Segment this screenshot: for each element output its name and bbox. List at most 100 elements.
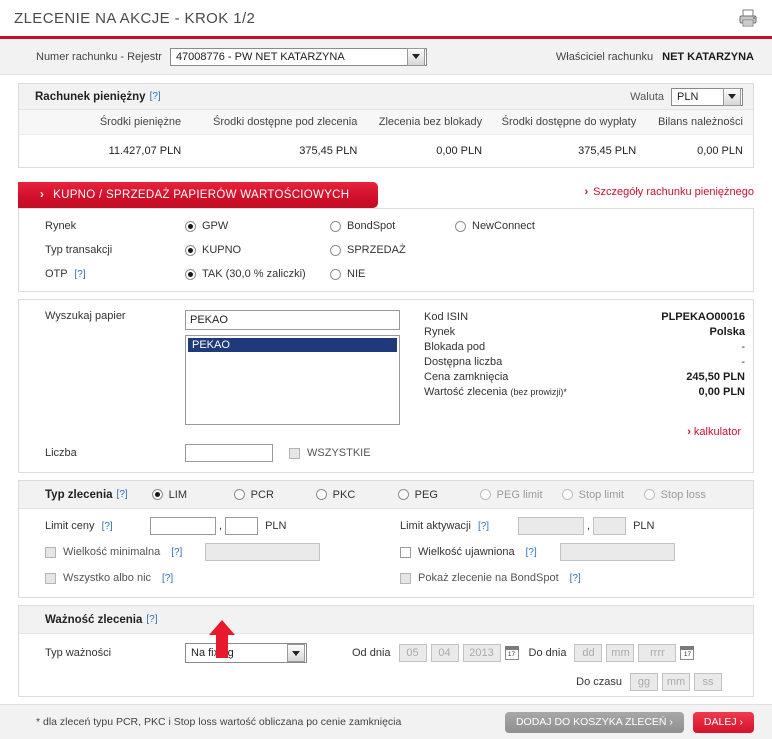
quantity-input[interactable] (185, 444, 273, 462)
radio-otp-yes[interactable]: TAK (30,0 % zaliczki) (185, 268, 330, 280)
cash-account-help-icon[interactable]: [?] (150, 91, 161, 102)
checkbox-label: Wszystko albo nic (63, 572, 152, 584)
radio-order-type-lim[interactable]: LIM (151, 489, 234, 501)
activation-limit-decimal-input[interactable] (593, 517, 627, 535)
account-select[interactable]: 47008776 - PW NET KATARZYNA (169, 47, 427, 66)
quantity-row: Liczba WSZYSTKIE (19, 438, 753, 472)
chevron-down-icon[interactable] (406, 47, 425, 66)
to-minute-input[interactable]: mm (662, 673, 690, 691)
section-tab-buy-sell[interactable]: › KUPNO / SPRZEDAŻ PAPIERÓW WARTOŚCIOWYC… (18, 182, 378, 208)
radio-icon (397, 489, 409, 500)
to-hour-input[interactable]: gg (630, 673, 658, 691)
checkbox-all-or-none[interactable]: Wszystko albo nic [?] (45, 572, 173, 584)
all-or-none-help-icon[interactable]: [?] (162, 573, 173, 584)
account-select-value: 47008776 - PW NET KATARZYNA (175, 50, 345, 63)
minimum-size-input[interactable] (205, 543, 320, 561)
instrument-detail-row: Wartość zlecenia (bez prowizji)* 0,00 PL… (424, 385, 745, 400)
order-type-label: Typ zlecenia (45, 488, 113, 501)
disclosed-size-help-icon[interactable]: [?] (526, 547, 537, 558)
disclosed-size-input[interactable] (560, 543, 675, 561)
checkbox-label: Wielkość minimalna (63, 546, 161, 558)
page-title: ZLECENIE NA AKCJE - KROK 1/2 (14, 9, 256, 27)
detail-value: - (741, 341, 745, 353)
cash-account-details-link[interactable]: › Szczegóły rachunku pieniężnego (585, 186, 755, 198)
activation-limit-integer-input[interactable] (518, 517, 584, 535)
order-type-help-icon[interactable]: [?] (117, 489, 128, 500)
to-month-input[interactable]: mm (606, 644, 635, 662)
market-row: Rynek GPW BondSpot NewConnect (19, 209, 753, 238)
account-owner: Właściciel rachunku NET KATARZYNA (556, 51, 754, 63)
currency-select[interactable]: PLN (671, 87, 743, 106)
calendar-icon[interactable]: 17 (504, 646, 519, 660)
radio-order-type-peg[interactable]: PEG (397, 489, 480, 501)
limits-left-col: Limit ceny [?] , PLN Wielkość minimalna … (19, 513, 386, 591)
validity-help-icon[interactable]: [?] (146, 614, 157, 625)
checkbox-minimum-size[interactable]: Wielkość minimalna [?] (45, 546, 205, 558)
from-month-input[interactable]: 04 (430, 644, 459, 662)
to-year-input[interactable]: rrrr (638, 644, 677, 662)
cash-account-panel: Rachunek pieniężny [?] Waluta PLN Środki… (18, 83, 754, 168)
radio-icon (643, 489, 655, 500)
detail-value: PLPEKAO00016 (661, 311, 745, 323)
validity-type-select[interactable]: Na fixing (185, 643, 307, 663)
minimum-size-help-icon[interactable]: [?] (171, 547, 182, 558)
price-limit-integer-input[interactable] (150, 517, 216, 535)
calendar-icon[interactable]: 17 (680, 646, 695, 660)
cell-value: 0,00 PLN (436, 145, 483, 157)
radio-otp-no[interactable]: NIE (330, 268, 365, 280)
decimal-separator: , (587, 520, 591, 532)
from-year-input[interactable]: 2013 (462, 644, 501, 662)
checkbox-disclosed-size[interactable]: Wielkość ujawniona [?] (400, 546, 560, 558)
radio-icon (185, 220, 196, 232)
list-item[interactable]: PEKAO (188, 338, 397, 352)
radio-label: KUPNO (202, 244, 242, 256)
radio-order-type-stop-loss[interactable]: Stop loss (643, 489, 706, 501)
radio-order-type-pkc[interactable]: PKC (315, 488, 398, 501)
add-to-basket-button[interactable]: DODAJ DO KOSZYKA ZLECEŃ › (504, 711, 684, 733)
chevron-right-icon: › (40, 189, 45, 201)
radio-market-newconnect[interactable]: NewConnect (455, 220, 535, 232)
price-limit-help-icon[interactable]: [?] (102, 521, 113, 532)
to-day-input[interactable]: dd (574, 644, 603, 662)
radio-transaction-sell[interactable]: SPRZEDAŻ (330, 244, 406, 256)
calculator-link[interactable]: › kalkulator (424, 426, 745, 438)
cash-table-header: Środki pieniężne Środki dostępne pod zle… (19, 110, 753, 135)
price-limit-decimal-input[interactable] (225, 517, 259, 535)
checkbox-all-quantity[interactable]: WSZYSTKIE (289, 447, 371, 459)
radio-transaction-buy[interactable]: KUPNO (185, 244, 330, 256)
to-second-input[interactable]: ss (694, 673, 722, 691)
radio-order-type-peg-limit[interactable]: PEG limit (479, 489, 562, 501)
cash-account-title: Rachunek pieniężny (35, 90, 146, 103)
otp-help-icon[interactable]: [?] (74, 269, 85, 280)
to-time-label: Do czasu (576, 676, 622, 688)
from-date-label: Od dnia (352, 647, 391, 659)
otp-row: OTP [?] TAK (30,0 % zaliczki) NIE (19, 262, 753, 291)
chevron-down-icon[interactable] (723, 87, 741, 106)
activation-limit-help-icon[interactable]: [?] (478, 521, 489, 532)
search-input[interactable]: PEKAO (185, 310, 400, 330)
footer-buttons: DODAJ DO KOSZYKA ZLECEŃ › DALEJ › (504, 711, 754, 733)
limits-right-col: Limit aktywacji [?] , PLN Wielkość ujawn… (386, 513, 753, 591)
instrument-detail-row: Blokada pod - (424, 340, 745, 355)
radio-market-gpw[interactable]: GPW (185, 220, 330, 232)
radio-market-bondspot[interactable]: BondSpot (330, 220, 455, 232)
radio-icon (315, 489, 327, 500)
radio-order-type-pcr[interactable]: PCR (233, 489, 316, 501)
otp-label-wrap: OTP [?] (45, 268, 185, 280)
radio-label: Stop limit (578, 488, 624, 501)
quantity-label: Liczba (45, 447, 77, 459)
from-day-input[interactable]: 05 (398, 644, 427, 662)
radio-label: PKC (332, 488, 356, 501)
order-type-header: Typ zlecenia [?] LIM PCR PKC PEG PEG lim… (19, 481, 753, 509)
radio-order-type-stop-limit[interactable]: Stop limit (561, 488, 644, 501)
show-on-bondspot-help-icon[interactable]: [?] (570, 573, 581, 584)
next-button[interactable]: DALEJ › (692, 711, 754, 733)
printer-icon[interactable] (738, 8, 758, 28)
search-label-col: Wyszukaj papier (45, 310, 185, 438)
page-header: ZLECENIE NA AKCJE - KROK 1/2 (0, 0, 772, 36)
instrument-listbox[interactable]: PEKAO (185, 335, 400, 425)
chevron-down-icon[interactable] (287, 644, 305, 662)
currency-label: Waluta (630, 90, 664, 103)
checkbox-label: Pokaż zlecenie na BondSpot (418, 572, 559, 584)
checkbox-show-on-bondspot[interactable]: Pokaż zlecenie na BondSpot [?] (400, 572, 581, 584)
